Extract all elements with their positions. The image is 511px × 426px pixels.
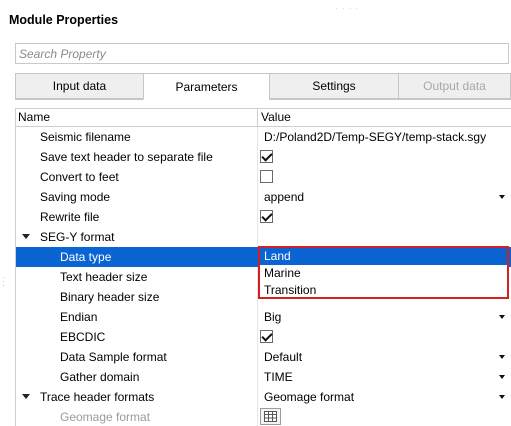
row-label: Rewrite file — [40, 210, 100, 224]
row-save-text-header[interactable]: Save text header to separate file — [16, 147, 511, 167]
row-trace-header-formats[interactable]: Trace header formats Geomage format — [16, 387, 511, 407]
search-box[interactable] — [15, 43, 509, 64]
row-label: Save text header to separate file — [40, 150, 213, 164]
row-seismic-filename[interactable]: Seismic filename D:/Poland2D/Temp-SEGY/t… — [16, 127, 511, 147]
row-geomage-format[interactable]: Geomage format — [16, 407, 511, 426]
saving-mode-select[interactable]: append — [264, 190, 304, 204]
row-label: Data Sample format — [60, 350, 167, 364]
search-input[interactable] — [16, 44, 508, 63]
group-label: SEG-Y format — [40, 230, 115, 244]
header-value[interactable]: Value — [261, 110, 291, 124]
row-ebcdic[interactable]: EBCDIC — [16, 327, 511, 347]
row-saving-mode[interactable]: Saving mode append — [16, 187, 511, 207]
panel-title: Module Properties — [9, 13, 119, 27]
row-label: Binary header size — [60, 290, 160, 304]
row-label: Convert to feet — [40, 170, 119, 184]
option-label: Marine — [264, 266, 301, 280]
collapse-caret-icon[interactable] — [22, 394, 30, 399]
row-label: Endian — [60, 310, 98, 324]
row-label: EBCDIC — [60, 330, 106, 344]
splitter-grip[interactable]: · · · — [2, 273, 5, 290]
dropdown-arrow-icon[interactable] — [499, 355, 505, 359]
row-convert-to-feet[interactable]: Convert to feet — [16, 167, 511, 187]
option-marine[interactable]: Marine — [260, 265, 507, 282]
row-label: Text header size — [60, 270, 148, 284]
tab-output-data: Output data — [398, 73, 511, 99]
row-endian[interactable]: Endian Big — [16, 307, 511, 327]
row-label: Geomage format — [60, 410, 151, 424]
rewrite-file-checkbox[interactable] — [260, 210, 273, 223]
tab-input-data[interactable]: Input data — [15, 73, 144, 99]
tab-parameters[interactable]: Parameters — [143, 73, 270, 100]
collapse-caret-icon[interactable] — [22, 234, 30, 239]
dropdown-arrow-icon[interactable] — [499, 315, 505, 319]
drag-grip-icon[interactable]: · · · · — [335, 4, 359, 13]
option-land[interactable]: Land — [260, 248, 507, 265]
row-label: Seismic filename — [40, 130, 131, 144]
group-label: Trace header formats — [40, 390, 155, 404]
option-label: Transition — [264, 283, 317, 297]
row-label: Saving mode — [40, 190, 111, 204]
row-segy-format[interactable]: SEG-Y format — [16, 227, 511, 247]
endian-select[interactable]: Big — [264, 310, 281, 324]
data-sample-format-select[interactable]: Default — [264, 350, 302, 364]
save-text-header-checkbox[interactable] — [260, 150, 273, 163]
row-label: Gather domain — [60, 370, 140, 384]
table-icon[interactable] — [260, 408, 281, 425]
option-label: Land — [264, 249, 291, 263]
dropdown-arrow-icon[interactable] — [499, 375, 505, 379]
row-gather-domain[interactable]: Gather domain TIME — [16, 367, 511, 387]
gather-domain-select[interactable]: TIME — [264, 370, 293, 384]
tab-settings[interactable]: Settings — [269, 73, 399, 99]
ebcdic-checkbox[interactable] — [260, 330, 273, 343]
row-label: Data type — [60, 250, 112, 264]
grid-header: Name Value — [16, 109, 511, 127]
dropdown-arrow-icon[interactable] — [499, 395, 505, 399]
seismic-filename-value[interactable]: D:/Poland2D/Temp-SEGY/temp-stack.sgy — [264, 130, 486, 144]
data-type-dropdown-list: Land Marine Transition — [258, 246, 509, 299]
row-data-sample-format[interactable]: Data Sample format Default — [16, 347, 511, 367]
dropdown-arrow-icon[interactable] — [499, 195, 505, 199]
trace-header-formats-select[interactable]: Geomage format — [264, 390, 354, 404]
header-name[interactable]: Name — [18, 110, 50, 124]
row-rewrite-file[interactable]: Rewrite file — [16, 207, 511, 227]
tab-bar: Input data Parameters Settings Output da… — [15, 73, 511, 100]
convert-to-feet-checkbox[interactable] — [260, 170, 273, 183]
option-transition[interactable]: Transition — [260, 282, 507, 299]
